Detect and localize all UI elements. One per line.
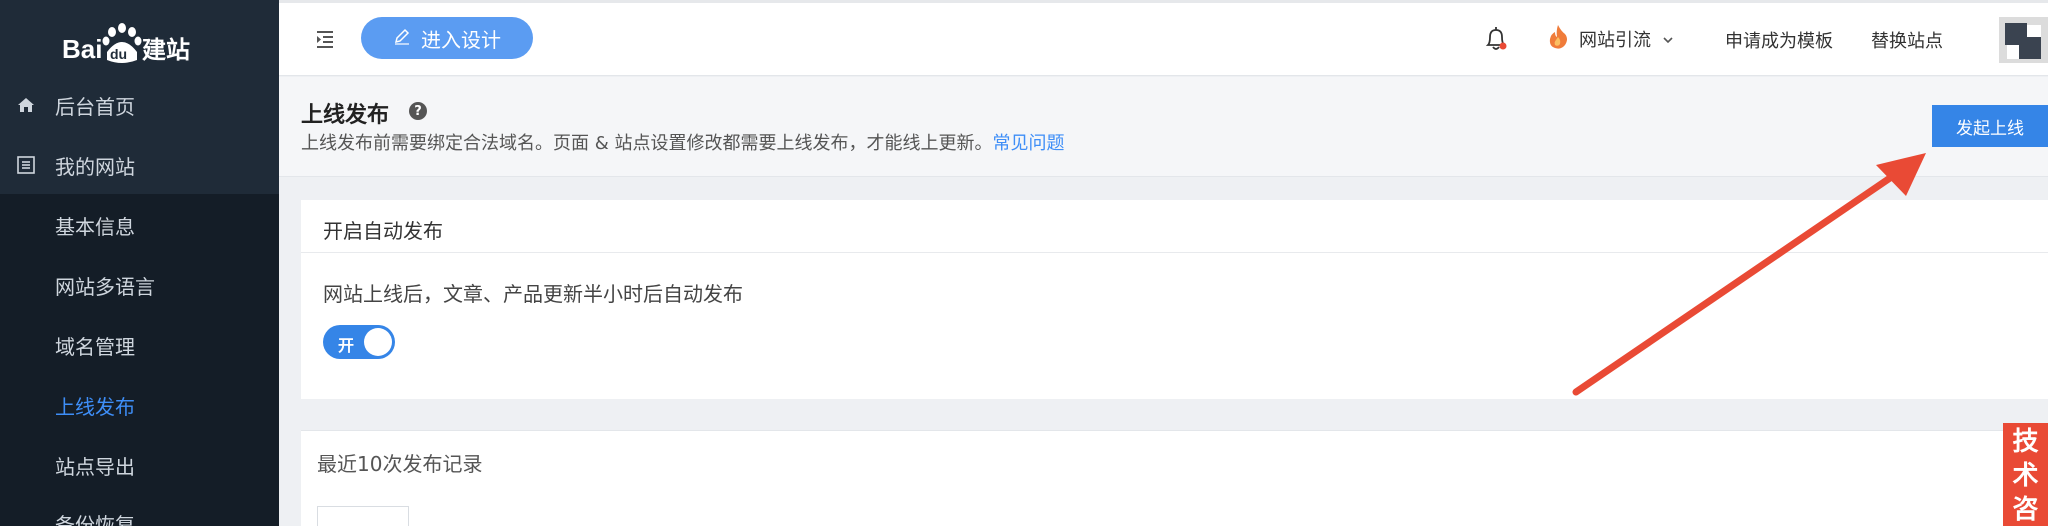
auto-publish-toggle[interactable]: 开 (323, 325, 395, 359)
chevron-down-icon (1661, 29, 1675, 50)
notification-bell-icon[interactable] (1483, 25, 1509, 53)
sidebar-item-label: 我的网站 (55, 154, 135, 179)
traffic-dropdown[interactable]: 网站引流 (1547, 21, 1675, 57)
home-icon (16, 95, 36, 115)
sidebar: Bai du 建站 后台首页 我的网站 基本信息 网站多语言 域名管理 上线发布… (0, 0, 279, 526)
sidebar-item-publish[interactable]: 上线发布 (0, 376, 279, 434)
publish-history-card: 最近10次发布记录 (301, 430, 2048, 526)
enter-design-button[interactable]: 进入设计 (361, 17, 533, 59)
menu-collapse-icon[interactable] (315, 27, 339, 51)
baidu-jianzhan-logo[interactable]: Bai du 建站 (62, 22, 212, 68)
page-description-text: 上线发布前需要绑定合法域名。页面 & 站点设置修改都需要上线发布，才能线上更新。 (301, 133, 993, 154)
sidebar-subitem-label: 基本信息 (55, 214, 135, 239)
toggle-label: 开 (338, 336, 355, 355)
sidebar-subitem-label: 网站多语言 (55, 274, 155, 299)
toggle-knob (364, 328, 392, 356)
sidebar-item-domain-management[interactable]: 域名管理 (0, 316, 279, 374)
switch-site-link[interactable]: 替换站点 (1871, 27, 1943, 53)
page-header: 上线发布 ? 上线发布前需要绑定合法域名。页面 & 站点设置修改都需要上线发布，… (279, 77, 2048, 177)
enter-design-label: 进入设计 (421, 27, 501, 52)
page-title: 上线发布 (301, 103, 390, 128)
logo-text-right: 建站 (142, 36, 190, 64)
history-filter-select[interactable] (317, 506, 409, 526)
page-description: 上线发布前需要绑定合法域名。页面 & 站点设置修改都需要上线发布，才能线上更新。… (301, 129, 1064, 155)
pencil-icon (393, 26, 411, 50)
list-icon (16, 155, 36, 175)
sidebar-item-label: 后台首页 (55, 94, 135, 119)
sidebar-subitem-label: 上线发布 (55, 394, 135, 419)
logo-text-paw: du (110, 46, 127, 62)
sidebar-item-multilanguage[interactable]: 网站多语言 (0, 256, 279, 314)
tech-consult-tab[interactable]: 技术咨 (2003, 423, 2048, 526)
question-mark-icon[interactable]: ? (409, 102, 427, 120)
logo-text-left: Bai (62, 34, 102, 64)
auto-publish-title: 开启自动发布 (323, 219, 443, 243)
sidebar-item-site-export[interactable]: 站点导出 (0, 436, 279, 494)
top-bar: 进入设计 网站引流 申请成为模板 替换站点 (279, 0, 2048, 76)
sidebar-item-backup-restore[interactable]: 备份恢复 (0, 494, 279, 526)
sidebar-subitem-label: 域名管理 (55, 334, 135, 359)
sidebar-item-dashboard[interactable]: 后台首页 (0, 76, 279, 134)
start-publish-button[interactable]: 发起上线 (1932, 105, 2048, 147)
sidebar-subitem-label: 站点导出 (55, 454, 135, 479)
avatar[interactable] (1999, 17, 2048, 63)
apply-template-link[interactable]: 申请成为模板 (1725, 27, 1833, 53)
app-root: Bai du 建站 后台首页 我的网站 基本信息 网站多语言 域名管理 上线发布… (0, 0, 2048, 526)
auto-publish-description: 网站上线后，文章、产品更新半小时后自动发布 (323, 282, 743, 306)
publish-history-title: 最近10次发布记录 (317, 452, 483, 476)
divider (301, 252, 2048, 253)
fire-icon (1547, 24, 1569, 55)
sidebar-subitem-label: 备份恢复 (55, 512, 135, 526)
sidebar-item-my-websites[interactable]: 我的网站 (0, 136, 279, 194)
auto-publish-card: 开启自动发布 网站上线后，文章、产品更新半小时后自动发布 开 (301, 200, 2048, 399)
sidebar-item-basic-info[interactable]: 基本信息 (0, 196, 279, 254)
traffic-label: 网站引流 (1579, 30, 1651, 51)
faq-link[interactable]: 常见问题 (992, 133, 1064, 154)
tech-consult-text: 技术咨 (2012, 427, 2039, 525)
